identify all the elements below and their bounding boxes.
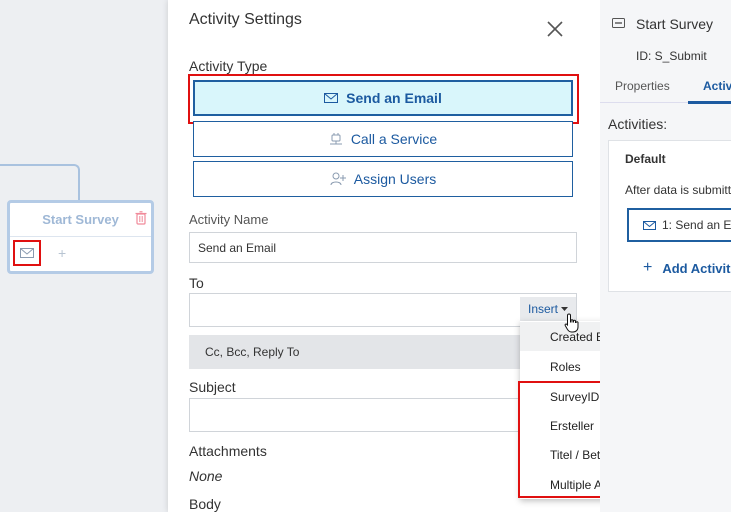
activity-name-label: Activity Name xyxy=(189,212,269,227)
type-button-label: Assign Users xyxy=(353,171,437,187)
plus-icon: + xyxy=(643,259,653,276)
subject-label: Subject xyxy=(189,379,236,395)
activities-label: Activities: xyxy=(608,116,668,132)
type-button-label: Call a Service xyxy=(350,131,438,147)
properties-panel: Start Survey ID: S_Submit Properties Act… xyxy=(600,0,731,512)
step-id: ID: S_Submit xyxy=(636,49,707,63)
activity-item[interactable]: 1: Send an E xyxy=(627,208,731,242)
trash-icon[interactable] xyxy=(135,211,147,225)
workflow-connector xyxy=(0,164,80,204)
default-label: Default xyxy=(625,152,666,166)
node-email-activity[interactable] xyxy=(13,240,41,266)
step-title: Start Survey xyxy=(636,16,714,32)
caret-down-icon xyxy=(561,307,568,311)
after-submit-text: After data is submitt xyxy=(625,183,731,197)
add-activity-label: Add Activit xyxy=(662,260,731,276)
active-tab-indicator xyxy=(688,101,731,104)
node-body: + xyxy=(10,237,151,271)
service-icon xyxy=(329,133,342,145)
menu-item-label: Roles xyxy=(550,359,581,374)
plus-icon[interactable]: + xyxy=(58,245,66,261)
type-button-assign-users[interactable]: Assign Users xyxy=(193,161,573,197)
tab-properties[interactable]: Properties xyxy=(615,79,670,93)
activity-item-label: 1: Send an E xyxy=(662,218,731,232)
panel-title: Activity Settings xyxy=(189,11,302,28)
close-icon[interactable] xyxy=(546,20,564,38)
body-label: Body xyxy=(189,496,221,512)
attachments-value: None xyxy=(189,468,223,484)
mail-icon xyxy=(20,248,34,258)
hand-cursor-icon xyxy=(564,313,579,333)
properties-tabs: Properties Activi xyxy=(600,72,731,104)
type-button-send-email[interactable]: Send an Email xyxy=(193,80,573,116)
workflow-canvas: Start Survey + xyxy=(0,0,168,512)
activity-type-label: Activity Type xyxy=(189,58,268,74)
type-button-label: Send an Email xyxy=(346,90,442,106)
form-step-icon xyxy=(612,18,625,28)
node-header: Start Survey xyxy=(10,203,151,237)
mail-icon xyxy=(643,220,656,230)
attachments-label: Attachments xyxy=(189,443,267,459)
insert-label: Insert xyxy=(527,302,558,316)
cc-bcc-reply-toggle[interactable]: Cc, Bcc, Reply To xyxy=(189,335,577,369)
activities-card: Default After data is submitt 1: Send an… xyxy=(608,140,731,292)
node-title: Start Survey xyxy=(42,212,119,227)
tab-activities[interactable]: Activi xyxy=(703,79,731,93)
add-activity-button[interactable]: + Add Activit xyxy=(643,259,730,277)
type-button-call-service[interactable]: Call a Service xyxy=(193,121,573,157)
mail-icon xyxy=(324,93,339,103)
add-user-icon xyxy=(330,172,346,186)
workflow-node-start-survey[interactable]: Start Survey + xyxy=(7,200,154,274)
activity-name-input[interactable]: Send an Email xyxy=(189,232,577,263)
to-input[interactable] xyxy=(189,293,577,327)
to-label: To xyxy=(189,275,204,291)
